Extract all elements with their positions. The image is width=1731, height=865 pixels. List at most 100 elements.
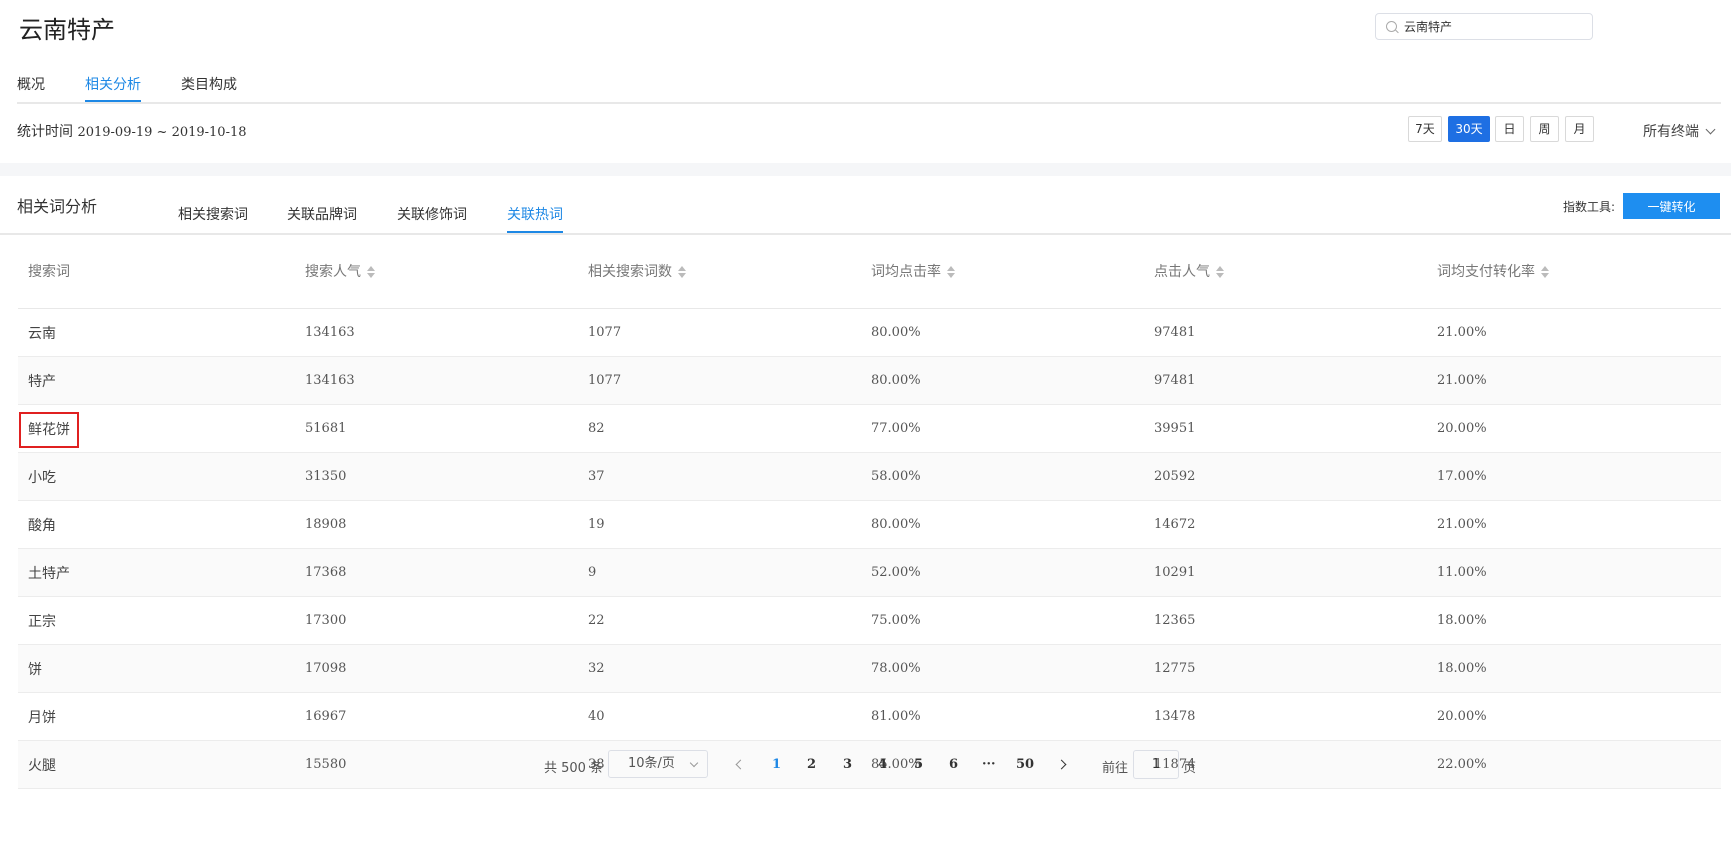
tab-related-analysis[interactable]: 相关分析	[85, 74, 141, 102]
column-header-related-count[interactable]: 相关搜索词数	[588, 233, 871, 309]
column-header-search-popularity[interactable]: 搜索人气	[305, 233, 588, 309]
cell: 17.00%	[1437, 452, 1721, 501]
goto-page-input[interactable]: 1	[1133, 750, 1179, 779]
cell: 77.00%	[871, 404, 1154, 453]
keyword-link-highlighted[interactable]: 鲜花饼	[19, 411, 79, 448]
cell: 82	[588, 404, 871, 453]
search-icon	[1386, 21, 1397, 32]
tab-overview[interactable]: 概况	[17, 74, 45, 100]
keyword-link[interactable]: 云南	[18, 326, 56, 342]
search-input[interactable]	[1404, 17, 1584, 36]
keyword-link[interactable]: 月饼	[18, 710, 56, 726]
cell: 20.00%	[1437, 692, 1721, 741]
top-tabs: 概况 相关分析 类目构成	[17, 70, 1721, 104]
column-header-conversion-rate[interactable]: 词均支付转化率	[1437, 233, 1721, 309]
cell: 21.00%	[1437, 356, 1721, 405]
page-ellipsis[interactable]: ···	[982, 757, 996, 772]
stat-time-label: 统计时间	[17, 124, 73, 140]
one-click-convert-button[interactable]: 一键转化	[1623, 193, 1720, 219]
cell: 18.00%	[1437, 596, 1721, 645]
keyword-link[interactable]: 小吃	[18, 470, 56, 486]
search-box[interactable]	[1375, 13, 1593, 40]
cell: 39951	[1154, 404, 1437, 453]
table-row: 鲜花饼 51681 82 77.00% 39951 20.00%	[18, 404, 1721, 453]
cell: 40	[588, 692, 871, 741]
cell: 75.00%	[871, 596, 1154, 645]
page-50[interactable]: 50	[1016, 757, 1034, 772]
table-row: 特产 134163 1077 80.00% 97481 21.00%	[18, 356, 1721, 405]
column-header-click-rate[interactable]: 词均点击率	[871, 233, 1154, 309]
sort-icon[interactable]	[947, 265, 955, 278]
chevron-down-icon	[689, 758, 699, 768]
page-6[interactable]: 6	[949, 757, 958, 772]
cell: 80.00%	[871, 308, 1154, 357]
keyword-link[interactable]: 土特产	[18, 566, 70, 582]
prev-page-icon[interactable]	[735, 759, 746, 770]
cell: 78.00%	[871, 644, 1154, 693]
cell: 52.00%	[871, 548, 1154, 597]
page-1[interactable]: 1	[772, 757, 781, 772]
stat-time-range: 2019-09-19 ~ 2019-10-18	[77, 125, 247, 140]
tab-related-hot-words[interactable]: 关联热词	[507, 204, 563, 233]
sort-icon[interactable]	[1541, 265, 1549, 278]
cell: 18.00%	[1437, 644, 1721, 693]
page-5[interactable]: 5	[914, 757, 923, 772]
range-week-button[interactable]: 周	[1530, 116, 1559, 142]
goto-label: 前往	[1102, 761, 1129, 776]
sort-icon[interactable]	[678, 265, 686, 278]
range-day-button[interactable]: 日	[1495, 116, 1524, 142]
table-row: 土特产 17368 9 52.00% 10291 11.00%	[18, 548, 1721, 597]
tab-category-composition[interactable]: 类目构成	[181, 74, 237, 100]
page-size-select[interactable]: 10条/页	[608, 750, 708, 778]
cell: 134163	[305, 356, 588, 405]
table-row: 月饼 16967 40 81.00% 13478 20.00%	[18, 692, 1721, 741]
column-header-keyword: 搜索词	[18, 233, 305, 309]
page-2[interactable]: 2	[807, 757, 816, 772]
cell: 1077	[588, 356, 871, 405]
cell: 9	[588, 548, 871, 597]
keyword-link[interactable]: 酸角	[18, 518, 56, 534]
pagination-total: 共 500 条	[544, 761, 604, 776]
cell: 22	[588, 596, 871, 645]
cell: 58.00%	[871, 452, 1154, 501]
pagination: 共 500 条 10条/页 1 2 3 4 5 6 ··· 50 前往 1 页	[0, 747, 1731, 787]
terminal-select[interactable]: 所有终端	[1643, 121, 1716, 141]
cell: 19	[588, 500, 871, 549]
keyword-link[interactable]: 特产	[18, 374, 56, 390]
next-page-icon[interactable]	[1056, 759, 1067, 770]
page-title: 云南特产	[19, 16, 115, 44]
goto-suffix: 页	[1183, 761, 1197, 776]
sort-icon[interactable]	[367, 265, 375, 278]
header-card: 云南特产 概况 相关分析 类目构成 统计时间 2019-09-19 ~ 2019…	[0, 0, 1731, 163]
page-3[interactable]: 3	[843, 757, 852, 772]
range-30days-button[interactable]: 30天	[1448, 116, 1490, 142]
cell: 12775	[1154, 644, 1437, 693]
cell: 21.00%	[1437, 500, 1721, 549]
index-tool-label: 指数工具:	[1563, 200, 1616, 214]
table-row: 正宗 17300 22 75.00% 12365 18.00%	[18, 596, 1721, 645]
cell: 21.00%	[1437, 308, 1721, 357]
cell: 17098	[305, 644, 588, 693]
tab-related-modifier-words[interactable]: 关联修饰词	[397, 204, 467, 231]
page-4[interactable]: 4	[878, 757, 887, 772]
cell: 18908	[305, 500, 588, 549]
cell: 81.00%	[871, 692, 1154, 741]
cell: 80.00%	[871, 500, 1154, 549]
tab-related-brand-words[interactable]: 关联品牌词	[287, 204, 357, 231]
cell: 17368	[305, 548, 588, 597]
cell: 31350	[305, 452, 588, 501]
cell: 13478	[1154, 692, 1437, 741]
table-header-row: 搜索词 搜索人气 相关搜索词数 词均点击率 点击人气 词均支付转化率	[18, 233, 1721, 309]
range-month-button[interactable]: 月	[1565, 116, 1594, 142]
cell: 17300	[305, 596, 588, 645]
range-7days-button[interactable]: 7天	[1408, 116, 1442, 142]
tab-related-search-words[interactable]: 相关搜索词	[178, 204, 248, 231]
terminal-select-label: 所有终端	[1643, 124, 1699, 140]
cell: 16967	[305, 692, 588, 741]
page-size-label: 10条/页	[628, 756, 675, 771]
related-words-table: 搜索词 搜索人气 相关搜索词数 词均点击率 点击人气 词均支付转化率 云南 13…	[18, 233, 1721, 789]
keyword-link[interactable]: 饼	[18, 662, 42, 678]
keyword-link[interactable]: 正宗	[18, 614, 56, 630]
column-header-click-popularity[interactable]: 点击人气	[1154, 233, 1437, 309]
sort-icon[interactable]	[1216, 265, 1224, 278]
